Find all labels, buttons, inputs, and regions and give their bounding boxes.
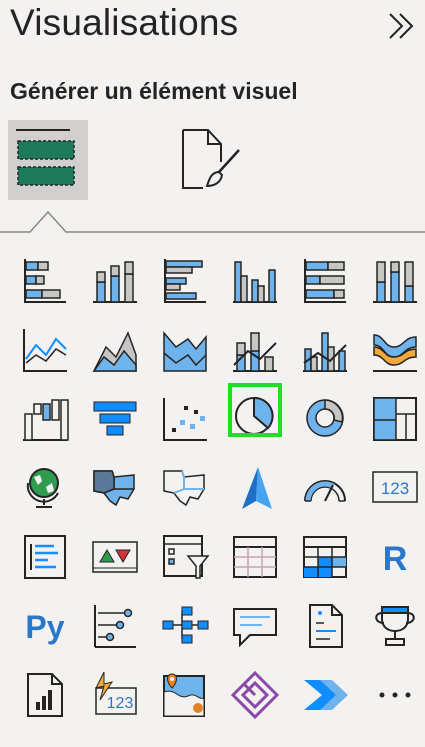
card-icon-value: 123 xyxy=(381,479,409,498)
line-and-stacked-column-chart-icon xyxy=(233,331,277,372)
visual-slicer[interactable] xyxy=(150,522,220,591)
visual-funnel[interactable] xyxy=(80,384,150,453)
python-visual-icon: Py xyxy=(25,609,64,645)
visual-r-script[interactable]: R xyxy=(360,522,425,591)
treemap-icon xyxy=(373,396,417,441)
funnel-chart-icon xyxy=(93,401,137,435)
visual-treemap[interactable] xyxy=(360,384,425,453)
visual-gallery: 123 R Py 123 xyxy=(10,246,425,729)
donut-chart-icon xyxy=(306,398,344,437)
r-script-visual-icon: R xyxy=(383,540,408,578)
visual-gauge[interactable] xyxy=(290,453,360,522)
arcgis-map-icon xyxy=(163,672,205,717)
visual-azure-map[interactable] xyxy=(220,453,290,522)
visual-pie[interactable] xyxy=(220,383,290,453)
visual-100-stacked-column[interactable] xyxy=(360,246,425,315)
visual-stacked-area[interactable] xyxy=(150,315,220,384)
visual-100-stacked-bar[interactable] xyxy=(290,246,360,315)
visual-line-clustered-column[interactable] xyxy=(290,315,360,384)
r-script-visual-label: R xyxy=(383,540,408,578)
gauge-icon xyxy=(304,479,346,502)
visual-decomposition-tree[interactable] xyxy=(150,591,220,660)
azure-map-icon xyxy=(242,466,272,509)
area-chart-icon xyxy=(92,330,137,372)
visual-kpi[interactable] xyxy=(80,522,150,591)
power-apps-icon xyxy=(230,670,280,719)
paginated-report-icon xyxy=(27,672,63,717)
visual-waterfall[interactable] xyxy=(10,384,80,453)
more-visuals-icon xyxy=(379,692,411,697)
visual-key-influencers[interactable] xyxy=(80,591,150,660)
clustered-column-chart-icon xyxy=(233,260,277,303)
visual-clustered-column[interactable] xyxy=(220,246,290,315)
waterfall-chart-icon xyxy=(23,398,69,441)
visual-filled-map[interactable] xyxy=(80,453,150,522)
key-influencers-icon xyxy=(94,604,136,648)
visual-multi-row-card[interactable] xyxy=(10,522,80,591)
visual-matrix[interactable] xyxy=(290,522,360,591)
line-and-clustered-column-chart-icon xyxy=(303,331,347,372)
visual-more[interactable] xyxy=(360,660,425,729)
multi-row-card-icon xyxy=(24,534,66,579)
slicer-icon xyxy=(163,534,210,579)
visual-power-apps-card[interactable]: 123 xyxy=(80,660,150,729)
visual-paginated-report[interactable] xyxy=(10,660,80,729)
stacked-column-chart-icon xyxy=(93,260,137,303)
matrix-icon xyxy=(303,535,347,578)
visual-arcgis-map[interactable] xyxy=(150,660,220,729)
card-icon: 123 xyxy=(372,470,418,503)
power-apps-card-icon: 123 xyxy=(95,671,137,715)
shape-map-icon xyxy=(163,469,205,506)
visual-metrics[interactable] xyxy=(360,591,425,660)
visual-donut[interactable] xyxy=(290,384,360,453)
visual-python[interactable]: Py xyxy=(10,591,80,660)
visual-clustered-bar[interactable] xyxy=(150,246,220,315)
visual-smart-narrative[interactable] xyxy=(290,591,360,660)
table-icon xyxy=(233,535,277,578)
map-icon xyxy=(26,467,59,508)
visual-scatter[interactable] xyxy=(150,384,220,453)
python-visual-label: Py xyxy=(25,609,64,645)
scatter-chart-icon xyxy=(163,397,207,441)
visual-table[interactable] xyxy=(220,522,290,591)
100-percent-stacked-column-chart-icon xyxy=(373,260,417,303)
visual-map[interactable] xyxy=(10,453,80,522)
power-automate-icon xyxy=(304,679,348,710)
visual-ribbon[interactable] xyxy=(360,315,425,384)
100-percent-stacked-bar-chart-icon xyxy=(304,258,346,303)
stacked-area-chart-icon xyxy=(163,330,207,372)
qa-icon xyxy=(233,607,277,647)
visual-shape-map[interactable] xyxy=(150,453,220,522)
visual-power-apps[interactable] xyxy=(220,660,290,729)
ribbon-chart-icon xyxy=(373,333,417,372)
kpi-icon xyxy=(92,540,138,573)
filled-map-icon xyxy=(93,469,135,506)
smart-narrative-icon xyxy=(309,603,343,648)
visual-line-stacked-column[interactable] xyxy=(220,315,290,384)
visual-stacked-bar[interactable] xyxy=(10,246,80,315)
visual-power-automate[interactable] xyxy=(290,660,360,729)
visual-area[interactable] xyxy=(80,315,150,384)
tab-divider xyxy=(0,210,425,233)
visual-card[interactable]: 123 xyxy=(360,453,425,522)
decomposition-tree-icon xyxy=(162,606,209,643)
pie-chart-icon xyxy=(235,396,274,435)
line-chart-icon xyxy=(23,328,67,372)
clustered-bar-chart-icon xyxy=(164,258,206,303)
power-apps-card-value: 123 xyxy=(107,695,134,712)
stacked-bar-chart-icon xyxy=(24,258,66,303)
visual-stacked-column[interactable] xyxy=(80,246,150,315)
visual-qa[interactable] xyxy=(220,591,290,660)
metrics-icon xyxy=(375,605,415,646)
visual-line[interactable] xyxy=(10,315,80,384)
